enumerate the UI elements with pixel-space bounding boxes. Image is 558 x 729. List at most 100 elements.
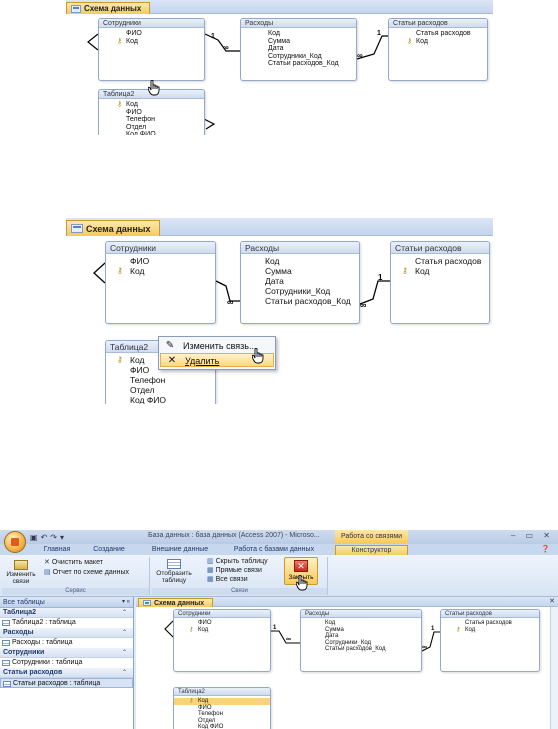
table-field[interactable]: Сотрудники_Код xyxy=(241,53,356,61)
table-field[interactable]: Статьи расходов_Код xyxy=(301,646,421,653)
context-tab-group-label: Работа со связями xyxy=(335,530,408,544)
table-field[interactable]: Телефон xyxy=(106,375,215,385)
hide-table-icon: ▥ xyxy=(207,558,216,565)
clear-layout-button[interactable]: ✕ Очистить макет xyxy=(44,559,103,567)
table-field[interactable]: ФИО xyxy=(99,109,204,117)
close-document-icon[interactable]: ✕ xyxy=(549,597,555,607)
nav-pane-header[interactable]: Все таблицы ▾ « xyxy=(0,597,133,608)
hide-table-button[interactable]: ▥ Скрыть таблицу xyxy=(207,558,268,566)
table-box-expense-items[interactable]: Статьи расходов Статья расходов ⚷ Код xyxy=(440,609,540,672)
table-field[interactable]: ФИО xyxy=(106,256,215,266)
tab-relationships[interactable]: Схема данных xyxy=(66,220,160,236)
dropdown-icon[interactable]: ▾ xyxy=(60,533,64,542)
save-icon[interactable]: ▣ xyxy=(30,533,38,542)
direct-links-button[interactable]: ▦ Прямые связи xyxy=(207,567,262,575)
collapse-group-icon[interactable]: ⌃ xyxy=(122,628,127,638)
document-area: Схема данных ✕ 1 ∞ ∞ 1 Сотрудники ФИО ⚷ … xyxy=(136,597,558,729)
edit-relationship-icon: ✎ xyxy=(165,340,175,351)
nav-group-header[interactable]: Сотрудники ⌃ xyxy=(0,648,133,658)
schema-report-button[interactable]: ▤ Отчет по схеме данных xyxy=(44,569,129,577)
table-field[interactable]: Дата xyxy=(241,45,356,53)
table-field[interactable]: Код xyxy=(241,256,359,266)
collapse-group-icon[interactable]: ⌃ xyxy=(122,608,127,618)
clear-x-icon: ✕ xyxy=(44,559,52,566)
table-icon xyxy=(3,681,11,687)
relationships-icon xyxy=(71,224,83,233)
redo-icon[interactable]: ↷ xyxy=(50,533,57,542)
help-icon[interactable]: ❓ xyxy=(541,545,550,553)
relationships-canvas[interactable]: 1 ∞ ∞ 1 Сотрудники ФИО ⚷Код Расходы Код … xyxy=(66,14,493,135)
table-field[interactable]: Отдел xyxy=(106,385,215,395)
table-field[interactable]: Сумма xyxy=(241,38,356,46)
tab-design[interactable]: Конструктор xyxy=(335,545,408,555)
collapse-group-icon[interactable]: ⌃ xyxy=(122,648,127,658)
table-field[interactable]: ⚷ Код xyxy=(389,38,487,46)
table-field[interactable]: Отдел xyxy=(99,124,204,132)
table-field[interactable]: Статья расходов xyxy=(391,256,489,266)
ribbon-group-label: Сервис xyxy=(2,588,149,595)
table-field[interactable]: Статьи расходов_Код xyxy=(241,60,356,68)
nav-item-table[interactable]: Статьи расходов : таблица xyxy=(0,678,133,688)
table-box-employees[interactable]: Сотрудники ФИО ⚷ Код xyxy=(173,609,271,672)
table-box-expenses[interactable]: Расходы Код Сумма Дата Сотрудники_Код Ст… xyxy=(240,241,360,324)
vertical-scrollbar[interactable] xyxy=(550,607,558,729)
primary-key-icon: ⚷ xyxy=(117,355,123,364)
table-box-expense-items[interactable]: Статьи расходов Статья расходов ⚷ Код xyxy=(390,241,490,324)
table-field[interactable]: Статья расходов xyxy=(389,30,487,38)
table-box-employees[interactable]: Сотрудники ФИО ⚷ Код xyxy=(105,241,216,324)
all-links-button[interactable]: ▦ Все связи xyxy=(207,576,248,584)
table-field[interactable]: ⚷ Код xyxy=(99,101,204,109)
edit-relationships-button[interactable]: Изменить связи xyxy=(6,560,36,585)
nav-item-table[interactable]: Расходы : таблица xyxy=(0,638,133,648)
collapse-group-icon[interactable]: ⌃ xyxy=(122,668,127,678)
table-field[interactable]: ⚷ Код xyxy=(99,38,204,46)
table-field[interactable]: ⚷ Код xyxy=(441,627,539,634)
table-title: Таблица2 xyxy=(174,688,270,696)
table-icon xyxy=(2,620,10,626)
nav-item-table[interactable]: Сотрудники : таблица xyxy=(0,658,133,668)
tab-database-tools[interactable]: Работа с базами данных xyxy=(227,545,321,555)
collapse-icon[interactable]: ▾ « xyxy=(122,597,130,608)
table-field[interactable]: Код ФИО xyxy=(99,131,204,135)
tab-external-data[interactable]: Внешние данные xyxy=(146,545,214,555)
table-field[interactable]: Дата xyxy=(241,276,359,286)
table-field[interactable]: Код xyxy=(241,30,356,38)
table-box-expense-items[interactable]: Статьи расходов Статья расходов ⚷ Код xyxy=(388,18,488,81)
show-table-button[interactable]: Отобразить таблицу xyxy=(155,559,193,584)
table-field[interactable]: ⚷ Код xyxy=(106,266,215,276)
table-box-employees[interactable]: Сотрудники ФИО ⚷ Код xyxy=(98,18,205,81)
table-field[interactable]: Статьи расходов_Код xyxy=(241,296,359,306)
undo-icon[interactable]: ↶ xyxy=(41,533,48,542)
table-field[interactable]: Сумма xyxy=(241,266,359,276)
relationships-icon xyxy=(143,600,151,606)
office-button[interactable] xyxy=(4,531,26,553)
table-field[interactable]: ФИО xyxy=(99,30,204,38)
nav-group-header[interactable]: Таблица2 ⌃ xyxy=(0,608,133,618)
table-field[interactable]: Код ФИО xyxy=(174,724,270,729)
relationships-canvas[interactable]: 1 ∞ ∞ 1 Сотрудники ФИО ⚷Код Расходы Код … xyxy=(136,607,558,729)
table-field[interactable]: ⚷ Код xyxy=(391,266,489,276)
tab-relationships[interactable]: Схема данных xyxy=(138,598,214,607)
table-field[interactable]: Сотрудники_Код xyxy=(241,286,359,296)
access-window-screenshot: ▣ ↶ ↷ ▾ База данных : база данных (Acces… xyxy=(0,530,558,729)
relation-one-label: 1 xyxy=(431,626,435,632)
nav-group-header[interactable]: Расходы ⌃ xyxy=(0,628,133,638)
window-controls[interactable]: – ▭ ✕ xyxy=(511,531,554,540)
table-box-expenses[interactable]: Расходы Код Сумма Дата Сотрудники_Код Ст… xyxy=(300,609,422,672)
hand-cursor-icon xyxy=(252,348,264,364)
relationships-screenshot-1: Схема данных 1 ∞ ∞ 1 Сотрудники ФИО ⚷ Код… xyxy=(66,0,493,135)
nav-group-header[interactable]: Статьи расходов ⌃ xyxy=(0,668,133,678)
table-field[interactable]: Телефон xyxy=(99,116,204,124)
table-title: Статьи расходов xyxy=(441,610,539,618)
table-box-table2[interactable]: Таблица2 ⚷ Код ФИО Телефон Отдел Код ФИО xyxy=(173,687,271,729)
tab-create[interactable]: Создание xyxy=(88,545,130,555)
table-box-expenses[interactable]: Расходы Код Сумма Дата Сотрудники_Код Ст… xyxy=(240,18,357,81)
relationships-canvas[interactable]: 1 ∞ ∞ 1 Сотрудники ФИО ⚷Код Расходы Код … xyxy=(66,236,493,404)
ribbon-group-service: Изменить связи ✕ Очистить макет ▤ Отчет … xyxy=(2,557,150,595)
tab-relationships[interactable]: Схема данных xyxy=(66,2,151,14)
table-field[interactable]: ⚷ Код xyxy=(174,627,270,634)
tab-home[interactable]: Главная xyxy=(40,545,74,555)
table-field[interactable]: Код ФИО xyxy=(106,395,215,404)
nav-item-table[interactable]: Таблица2 : таблица xyxy=(0,618,133,628)
document-tab-bar: Схема данных xyxy=(66,0,493,14)
